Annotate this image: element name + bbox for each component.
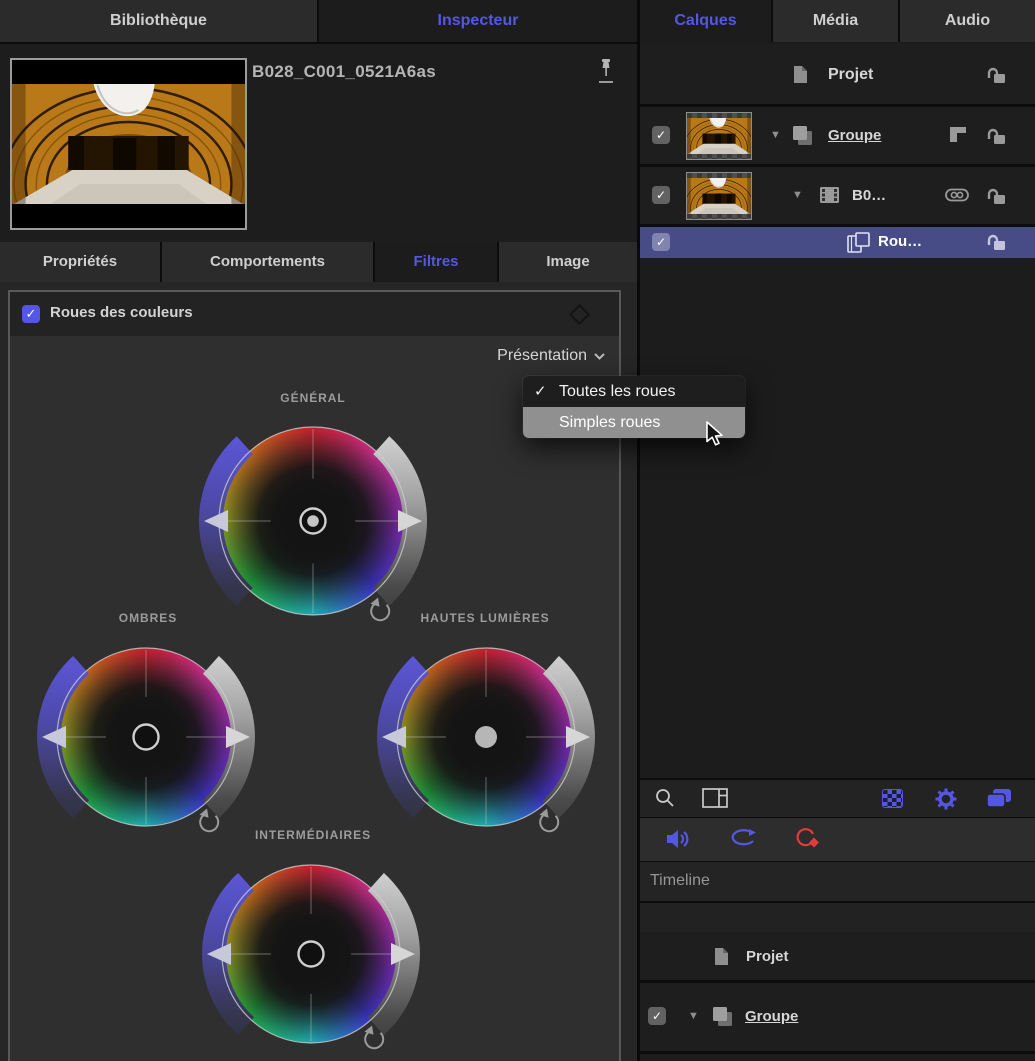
row-separator (640, 1051, 1035, 1054)
disclosure-triangle[interactable]: ▼ (792, 189, 803, 201)
color-wheel-hautes-lumieres[interactable] (363, 614, 609, 860)
keyframe-diamond-icon[interactable] (569, 304, 590, 325)
unlock-icon[interactable] (986, 127, 1007, 145)
mouse-cursor (704, 421, 728, 452)
tab-filtres[interactable]: Filtres (375, 242, 497, 282)
color-wheel-intermediaires[interactable] (188, 831, 434, 1061)
tab-inspecteur[interactable]: Inspecteur (319, 0, 637, 42)
filter-clip-icon (847, 232, 871, 254)
timeline-label: Timeline (650, 872, 710, 890)
record-keyframe-icon[interactable] (795, 827, 821, 851)
tab-proprietes[interactable]: Propriétés (0, 242, 160, 282)
timeline-group-row[interactable]: ✓ ▼ Groupe (640, 983, 1035, 1051)
layers-panel: Calques Média Audio .right-panel .tab:nt… (640, 0, 1035, 1061)
loop-icon[interactable] (730, 829, 758, 849)
presentation-label: Présentation (497, 347, 587, 365)
menu-item-toutes-les-roues[interactable]: ✓ Toutes les roues (523, 376, 745, 407)
group-icon (711, 1005, 735, 1029)
tab-audio[interactable]: Audio (900, 0, 1035, 42)
filter-name: Roues des couleurs (50, 304, 193, 321)
layers-overlap-icon[interactable] (985, 788, 1013, 809)
playback-toolbar (640, 818, 1035, 862)
disclosure-triangle[interactable]: ▼ (688, 1010, 699, 1022)
transparency-checker-icon[interactable] (882, 789, 903, 808)
layer-row-roues-selected[interactable]: ✓ Rou… (640, 227, 1035, 258)
tunnel-image (12, 84, 245, 204)
timeline-ruler-strip[interactable] (640, 903, 1035, 934)
inspector-panel: Bibliothèque Inspecteur B028_C001_0521A6… (0, 0, 637, 1061)
timeline-project-label: Projet (746, 948, 789, 965)
tab-calques[interactable]: Calques (640, 0, 771, 42)
unlock-icon[interactable] (986, 233, 1007, 251)
clip-preview-zone: B028_C001_0521A6as (0, 42, 637, 244)
timeline-group-label[interactable]: Groupe (745, 1008, 798, 1025)
tab-comportements[interactable]: Comportements (162, 242, 373, 282)
document-icon (793, 65, 808, 84)
filter-enabled-checkbox[interactable]: ✓ (22, 305, 40, 323)
canvas-layout-icon[interactable] (702, 788, 728, 808)
layer-checkbox[interactable]: ✓ (652, 186, 670, 204)
timeline-project-row[interactable]: Projet (640, 932, 1035, 980)
layer-thumbnail (686, 112, 752, 160)
layer-name[interactable]: Groupe (828, 127, 881, 144)
inspector-tabbar: Propriétés Comportements Filtres Image (0, 242, 637, 282)
filter-header: ✓ Roues des couleurs (10, 292, 619, 336)
project-label: Projet (828, 66, 873, 84)
menu-check-icon: ✓ (534, 376, 547, 407)
group-icon (791, 124, 815, 148)
project-row[interactable]: Projet (640, 44, 1035, 104)
presentation-dropdown[interactable]: Présentation (497, 347, 605, 365)
layer-name[interactable]: B0… (852, 187, 886, 204)
layers-toolbar (640, 778, 1035, 818)
filmstrip-icon (819, 185, 840, 205)
motion-window: Bibliothèque Inspecteur B028_C001_0521A6… (0, 0, 1035, 1061)
unlock-icon[interactable] (986, 66, 1007, 84)
tab-media[interactable]: Média (773, 0, 898, 42)
tab-image[interactable]: Image (499, 242, 637, 282)
color-wheel-general[interactable] (185, 393, 441, 649)
color-wheel-ombres[interactable] (23, 614, 269, 860)
chevron-down-icon (594, 353, 605, 360)
clip-preview-thumbnail (10, 58, 247, 230)
gear-icon[interactable] (934, 787, 958, 811)
layer-checkbox[interactable]: ✓ (652, 126, 670, 144)
pin-icon[interactable] (594, 57, 618, 94)
layer-thumbnail (686, 172, 752, 220)
layer-name[interactable]: Rou… (878, 233, 922, 250)
layer-checkbox[interactable]: ✓ (652, 233, 670, 251)
link-icon[interactable] (945, 188, 969, 202)
search-icon[interactable] (654, 787, 676, 809)
disclosure-triangle[interactable]: ▼ (770, 129, 781, 141)
layer-row-groupe[interactable]: ✓ ▼ Groupe (640, 107, 1035, 164)
unlock-icon[interactable] (986, 187, 1007, 205)
layer-row-b028[interactable]: ✓ ▼ B0… (640, 167, 1035, 224)
timeline-header-row: Timeline (640, 862, 1035, 903)
fixed-resolution-icon[interactable] (950, 127, 967, 143)
clip-title: B028_C001_0521A6as (252, 62, 436, 82)
audio-speaker-icon[interactable] (666, 828, 692, 850)
layer-checkbox[interactable]: ✓ (648, 1007, 666, 1025)
document-icon (714, 947, 729, 966)
tab-bibliotheque[interactable]: Bibliothèque (0, 0, 317, 42)
